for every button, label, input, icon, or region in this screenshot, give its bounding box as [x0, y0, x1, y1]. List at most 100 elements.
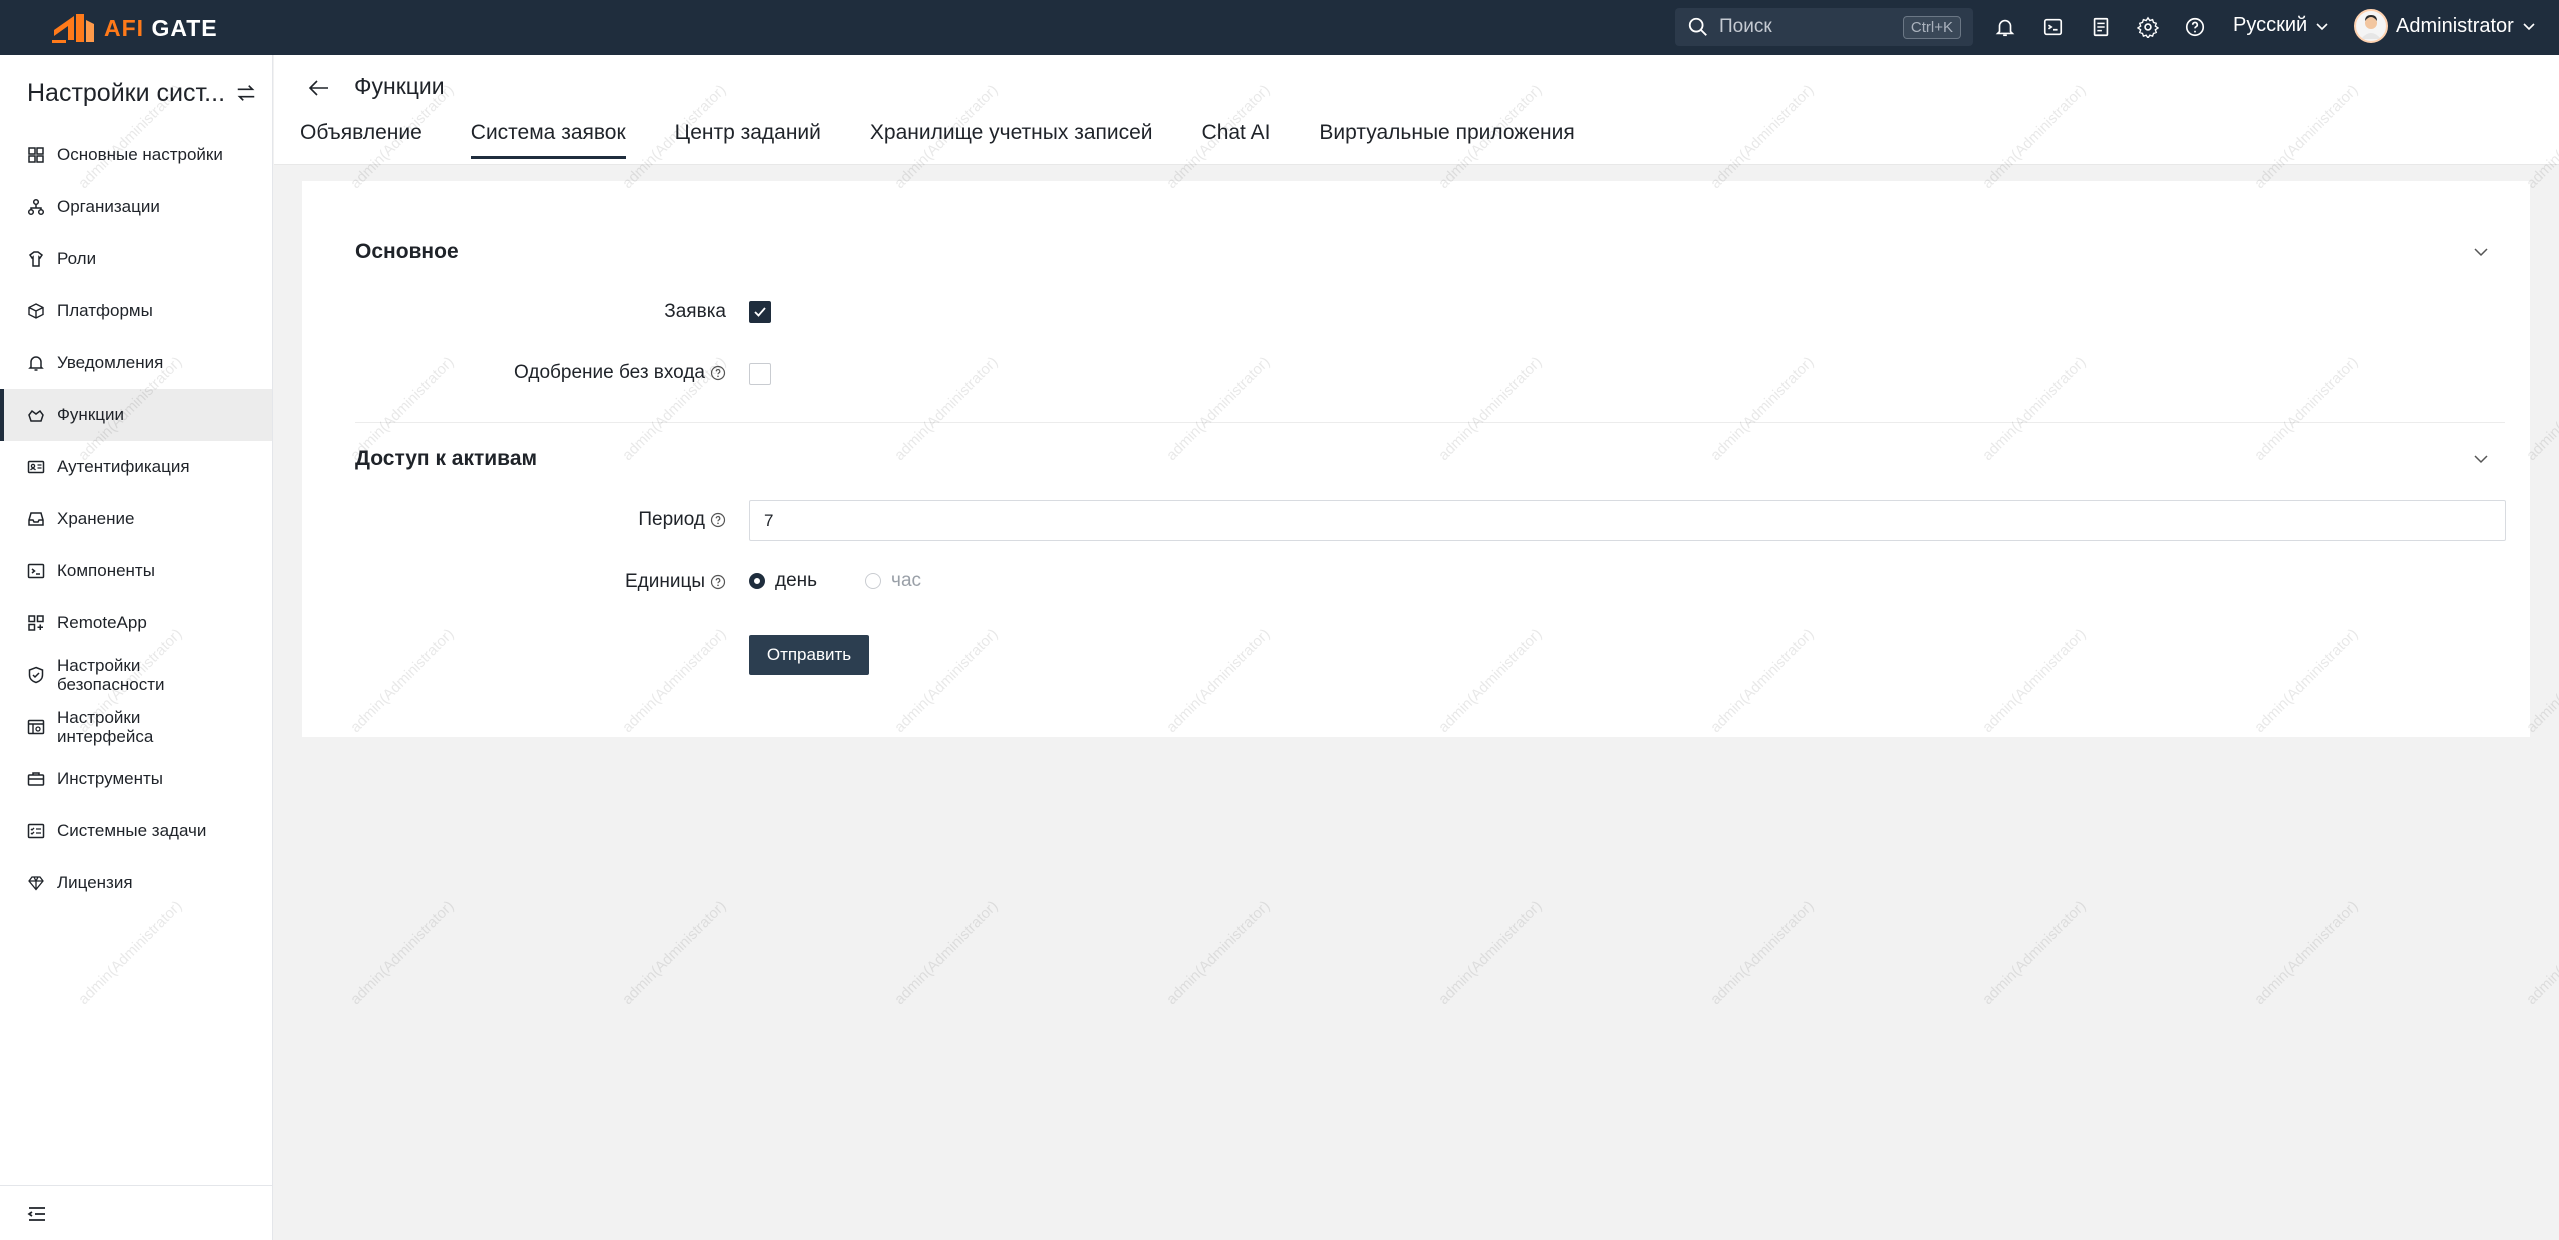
sidebar-item-functions[interactable]: Функции [0, 389, 272, 441]
sidebar-item-authentication[interactable]: Аутентификация [0, 441, 272, 493]
help-icon[interactable] [2182, 14, 2208, 40]
search-shortcut: Ctrl+K [1902, 15, 1961, 39]
approve-label-text: Одобрение без входа [514, 362, 705, 383]
approve-without-login-label: Одобрение без входа [514, 362, 726, 384]
help-circle-icon[interactable] [710, 512, 726, 528]
page-title: Функции [354, 73, 445, 99]
sidebar-item-notifications[interactable]: Уведомления [0, 337, 272, 389]
watermark-text: admin(Administrator) [1979, 897, 2090, 1009]
back-arrow-icon[interactable] [308, 77, 330, 99]
section-divider [355, 422, 2505, 423]
chevron-down-icon[interactable] [2472, 450, 2490, 468]
interface-icon [27, 719, 45, 735]
terminal-icon [27, 563, 45, 579]
top-bar: AFI GATE Поиск Ctrl+K Русский Administra… [0, 0, 2559, 55]
sidebar-item-label-line2: безопасности [57, 675, 165, 694]
sidebar-item-basic-settings[interactable]: Основные настройки [0, 129, 272, 181]
tab-account-storage[interactable]: Хранилище учетных записей [870, 121, 1153, 159]
sidebar-item-label: Организации [57, 197, 160, 216]
inbox-icon [28, 512, 44, 526]
avatar-user-icon [2361, 15, 2381, 39]
sidebar-item-label: Аутентификация [57, 457, 190, 476]
tab-ticket-system[interactable]: Система заявок [470, 121, 626, 159]
section-title-asset-access: Доступ к активам [355, 447, 538, 470]
org-icon [27, 198, 45, 216]
sidebar: Настройки сист... Основные настройки Орг… [0, 55, 273, 1240]
watermark-text: admin(Administrator) [2523, 897, 2559, 1009]
unit-hour-radio[interactable]: час [865, 570, 921, 592]
sidebar-menu: Основные настройки Организации Роли Плат… [0, 129, 272, 909]
unit-day-radio[interactable]: день [749, 570, 817, 592]
section-title-basic: Основное [355, 240, 459, 263]
collapse-menu-icon[interactable] [27, 1204, 47, 1224]
watermark-text: admin(Administrator) [2251, 897, 2362, 1009]
sidebar-item-label: Настройки безопасности [57, 656, 164, 694]
switch-view-icon[interactable] [235, 82, 257, 104]
sidebar-item-roles[interactable]: Роли [0, 233, 272, 285]
content-header: Функции Объявление Система заявок Центр … [274, 55, 2559, 165]
sidebar-item-remoteapp[interactable]: RemoteApp [0, 597, 272, 649]
sidebar-item-label: Платформы [57, 301, 153, 320]
grid-icon [28, 147, 44, 163]
sidebar-item-label: Инструменты [57, 769, 164, 788]
submit-button[interactable]: Отправить [749, 635, 869, 675]
sidebar-header: Настройки сист... [27, 73, 257, 113]
period-input[interactable]: 7 [749, 500, 2506, 541]
shield-icon [28, 666, 44, 684]
sidebar-item-license[interactable]: Лицензия [0, 857, 272, 909]
ticket-checkbox[interactable] [749, 301, 771, 323]
unit-hour-label: час [891, 570, 922, 591]
avatar [2354, 9, 2388, 43]
approve-without-login-checkbox[interactable] [749, 363, 771, 385]
tasks-icon [27, 823, 45, 839]
ticket-label-text: Заявка [664, 301, 726, 322]
sidebar-item-label: Хранение [57, 509, 135, 528]
brand-name: AFI GATE [104, 15, 218, 42]
language-select[interactable]: Русский [2233, 14, 2329, 37]
chevron-down-icon [2523, 23, 2535, 31]
sidebar-item-label: Роли [57, 249, 97, 268]
watermark-text: admin(Administrator) [1435, 897, 1546, 1009]
sidebar-item-components[interactable]: Компоненты [0, 545, 272, 597]
brand-name-rest: GATE [144, 14, 218, 41]
unit-day-label: день [775, 570, 818, 591]
search-box[interactable]: Поиск Ctrl+K [1675, 8, 1973, 46]
sidebar-item-platforms[interactable]: Платформы [0, 285, 272, 337]
cube-icon [28, 303, 44, 319]
watermark-text: admin(Administrator) [891, 897, 1002, 1009]
sidebar-item-storage[interactable]: Хранение [0, 493, 272, 545]
user-menu[interactable]: Administrator [2354, 9, 2536, 43]
sidebar-item-system-tasks[interactable]: Системные задачи [0, 805, 272, 857]
help-circle-icon[interactable] [710, 365, 726, 381]
sidebar-item-tools[interactable]: Инструменты [0, 753, 272, 805]
brand-logo[interactable]: AFI GATE [50, 10, 218, 46]
units-label-text: Единицы [624, 571, 705, 592]
period-value: 7 [764, 510, 774, 530]
apps-icon [28, 615, 44, 631]
tab-virtual-apps[interactable]: Виртуальные приложения [1319, 121, 1574, 159]
radio-dot [865, 573, 882, 589]
brand-name-accent: AFI [104, 14, 145, 41]
help-circle-icon[interactable] [710, 574, 726, 590]
watermark-text: admin(Administrator) [1163, 897, 1274, 1009]
watermark-text: admin(Administrator) [1707, 897, 1818, 1009]
terminal-icon[interactable] [2040, 14, 2066, 40]
tab-announcement[interactable]: Объявление [300, 121, 422, 159]
sidebar-item-interface-settings[interactable]: Настройки интерфейса [0, 701, 272, 753]
notifications-icon[interactable] [1992, 14, 2018, 40]
sidebar-title: Настройки сист... [27, 78, 226, 107]
bell-icon [28, 356, 44, 371]
sidebar-item-security-settings[interactable]: Настройки безопасности [0, 649, 272, 701]
tab-chat-ai[interactable]: Chat AI [1202, 121, 1271, 159]
tab-task-center[interactable]: Центр заданий [675, 121, 821, 159]
user-name: Administrator [2396, 14, 2514, 37]
units-radio-group: день час [749, 570, 921, 592]
watermark-text: admin(Administrator) [347, 897, 458, 1009]
search-icon [1688, 17, 1707, 36]
chevron-down-icon[interactable] [2472, 243, 2490, 261]
sidebar-item-organizations[interactable]: Организации [0, 181, 272, 233]
settings-gear-icon[interactable] [2135, 14, 2161, 40]
sidebar-item-label: Системные задачи [57, 821, 207, 840]
toolbox-icon [27, 772, 45, 786]
tickets-icon[interactable] [2088, 14, 2114, 40]
